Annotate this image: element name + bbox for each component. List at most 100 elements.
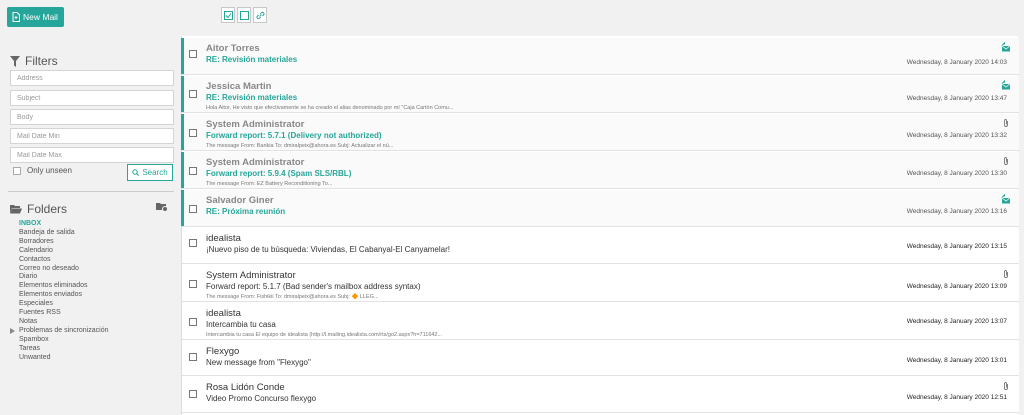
- folder-item-contactos[interactable]: Contactos: [19, 256, 109, 265]
- mail-date: Wednesday, 8 January 2020 14:03: [906, 59, 1007, 66]
- new-mail-label: New Mail: [23, 12, 58, 22]
- mail-checkbox[interactable]: [189, 280, 197, 288]
- reply-mail-icon: [1001, 194, 1011, 204]
- folders-header: Folders: [10, 202, 67, 216]
- folder-item-inbox[interactable]: INBOX: [19, 220, 109, 229]
- mail-sender: idealista: [206, 308, 241, 319]
- attach-button[interactable]: [253, 7, 267, 23]
- folder-item-especiales[interactable]: Especiales: [19, 300, 109, 309]
- folder-settings-icon[interactable]: [156, 202, 168, 212]
- folder-item-problemas-de-sincronizacion[interactable]: Problemas de sincronización: [10, 327, 109, 336]
- folder-list: INBOX Bandeja de salida Borradores Calen…: [10, 220, 109, 363]
- folders-title: Folders: [27, 202, 68, 216]
- filters-header: Filters: [10, 54, 58, 68]
- mail-sender: Jessica Martin: [206, 81, 272, 92]
- sidebar: Filters Only unseen Search Folders INBOX…: [0, 36, 181, 415]
- mail-row[interactable]: idealista Intercambia tu casa Intercambi…: [182, 303, 1019, 340]
- mail-subject: Forward report: 5.1.7 (Bad sender's mail…: [206, 282, 421, 291]
- top-toolbar: New Mail: [0, 0, 1024, 36]
- unread-indicator: [181, 152, 184, 188]
- expand-arrow-icon[interactable]: [10, 327, 15, 334]
- mail-checkbox[interactable]: [189, 205, 197, 213]
- empty-box-icon: [239, 10, 249, 20]
- mail-preview: The message From: Bankia To: dmiralpeix@…: [206, 143, 394, 149]
- unread-indicator: [181, 76, 184, 112]
- mail-row[interactable]: Aitor Torres RE: Revisión materiales Wed…: [181, 38, 1019, 75]
- mail-subject: Intercambia tu casa: [206, 320, 276, 329]
- mail-date: Wednesday, 8 January 2020 13:16: [906, 208, 1007, 215]
- mail-subject: RE: Revisión materiales: [206, 93, 298, 102]
- folder-item-diario[interactable]: Diario: [19, 273, 109, 282]
- only-unseen-checkbox[interactable]: [13, 166, 21, 175]
- mail-date: Wednesday, 8 January 2020 13:01: [906, 357, 1007, 364]
- mail-checkbox[interactable]: [189, 390, 197, 398]
- unread-indicator: [181, 38, 184, 74]
- mail-checkbox[interactable]: [189, 90, 197, 98]
- mail-date: Wednesday, 8 January 2020 13:32: [906, 132, 1007, 139]
- folder-item-bandeja-de-salida[interactable]: Bandeja de salida: [19, 229, 109, 238]
- mail-preview: The message From: Fishikii To: dmiralpei…: [206, 294, 379, 300]
- folder-open-icon: [10, 205, 22, 214]
- mail-checkbox[interactable]: [189, 167, 197, 175]
- mail-checkbox[interactable]: [189, 353, 197, 361]
- folder-item-elementos-eliminados[interactable]: Elementos eliminados: [19, 282, 109, 291]
- mail-checkbox[interactable]: [189, 50, 197, 58]
- address-input[interactable]: [10, 70, 174, 86]
- mark-unread-button[interactable]: [237, 7, 251, 23]
- mail-checkbox[interactable]: [189, 129, 197, 137]
- folder-item-correo-no-deseado[interactable]: Correo no deseado: [19, 265, 109, 274]
- mail-date-min-input[interactable]: [10, 128, 174, 144]
- filters-title: Filters: [25, 54, 58, 68]
- mail-subject: New message from "Flexygo": [206, 358, 311, 367]
- body-input[interactable]: [10, 109, 174, 125]
- mail-date-max-input[interactable]: [10, 147, 174, 163]
- mail-checkbox[interactable]: [189, 239, 197, 247]
- folder-item-fuentes-rss[interactable]: Fuentes RSS: [19, 309, 109, 318]
- mail-row[interactable]: System Administrator Forward report: 5.1…: [182, 265, 1019, 302]
- mail-preview: Hola Aitor, He visto que efectivamente s…: [206, 105, 454, 111]
- mail-row[interactable]: Jessica Martin RE: Revisión materiales H…: [181, 76, 1019, 113]
- folder-item-calendario[interactable]: Calendario: [19, 247, 109, 256]
- mail-subject: Forward report: 5.7.1 (Delivery not auth…: [206, 131, 382, 140]
- mail-date: Wednesday, 8 January 2020 13:09: [906, 283, 1007, 290]
- only-unseen-label: Only unseen: [27, 166, 72, 175]
- new-mail-button[interactable]: New Mail: [7, 7, 64, 27]
- mail-checkbox[interactable]: [189, 318, 197, 326]
- mail-sender: Flexygo: [206, 346, 240, 357]
- mail-row[interactable]: idealista ¡Nuevo piso de tu búsqueda: Vi…: [182, 228, 1019, 264]
- mail-preview: Intercambia tu casa El equipo de idealis…: [206, 332, 443, 338]
- folder-item-elementos-enviados[interactable]: Elementos enviados: [19, 291, 109, 300]
- folder-item-tareas[interactable]: Tareas: [19, 345, 109, 354]
- mail-row[interactable]: Flexygo New message from "Flexygo" Wedne…: [182, 341, 1019, 376]
- mail-sender: System Administrator: [206, 157, 305, 168]
- mail-date: Wednesday, 8 January 2020 13:30: [906, 170, 1007, 177]
- mail-subject: RE: Revisión materiales: [206, 55, 298, 64]
- mail-row[interactable]: System Administrator Forward report: 5.7…: [181, 114, 1019, 151]
- only-unseen-toggle[interactable]: Only unseen: [13, 166, 72, 175]
- folder-item-borradores[interactable]: Borradores: [19, 238, 109, 247]
- subject-input[interactable]: [10, 90, 174, 106]
- mail-subject: Video Promo Concurso flexygo: [206, 394, 317, 403]
- mark-read-button[interactable]: [221, 7, 235, 23]
- mail-row[interactable]: System Administrator Forward report: 5.9…: [181, 152, 1019, 189]
- mail-row[interactable]: Salvador Giner RE: Próxima reunión Wedne…: [181, 190, 1019, 227]
- mail-date: Wednesday, 8 January 2020 13:15: [906, 243, 1007, 250]
- unread-indicator: [181, 190, 184, 226]
- paperclip-icon: [1004, 270, 1008, 278]
- search-button[interactable]: Search: [127, 164, 173, 181]
- mail-date: Wednesday, 8 January 2020 12:51: [906, 394, 1007, 401]
- folder-item-notas[interactable]: Notas: [19, 318, 109, 327]
- paperclip-icon: [1004, 119, 1008, 127]
- folder-item-spambox[interactable]: Spambox: [19, 336, 109, 345]
- paperclip-icon: [1004, 382, 1008, 390]
- mail-row[interactable]: Rosa Lidón Conde Video Promo Concurso fl…: [182, 377, 1019, 413]
- mail-list: Aitor Torres RE: Revisión materiales Wed…: [181, 36, 1019, 415]
- search-label: Search: [142, 168, 168, 177]
- new-document-icon: [12, 12, 20, 22]
- toolbar-actions: [221, 7, 269, 23]
- mail-subject: ¡Nuevo piso de tu búsqueda: Viviendas, E…: [206, 245, 450, 254]
- mail-sender: Rosa Lidón Conde: [206, 382, 285, 393]
- mail-sender: idealista: [206, 233, 241, 244]
- folder-item-unwanted[interactable]: Unwanted: [19, 354, 109, 363]
- filter-icon: [10, 55, 20, 67]
